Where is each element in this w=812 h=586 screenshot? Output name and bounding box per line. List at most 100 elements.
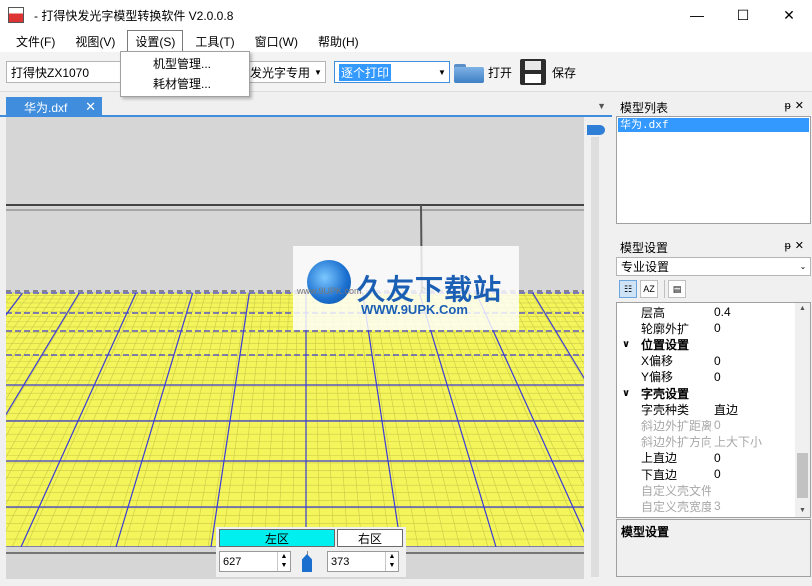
list-item[interactable]: 华为.dxf (618, 118, 809, 132)
scroll-down-icon[interactable]: ▼ (795, 505, 810, 517)
property-category[interactable]: ∨ 位置设置 (617, 336, 797, 352)
pin-close-icon[interactable]: ᵽ✕ (785, 239, 808, 252)
chevron-down-icon[interactable]: ∨ (622, 388, 630, 399)
property-key: X偏移 (641, 354, 674, 369)
scroll-up-icon[interactable]: ▲ (795, 303, 810, 315)
property-row[interactable]: 自定义壳文件 (617, 482, 797, 498)
left-zone-input[interactable]: 627 ▲ ▼ (219, 551, 291, 572)
property-description: 模型设置 (616, 519, 811, 577)
maximize-button[interactable]: ☐ (720, 0, 766, 30)
chevron-down-icon[interactable]: ∨ (622, 339, 630, 350)
menu-file[interactable]: 文件(F) (8, 30, 63, 53)
right-zone-value: 373 (331, 555, 350, 568)
property-grid-scrollbar[interactable]: ▲ ▼ (795, 303, 810, 517)
property-row[interactable]: Y偏移 0 (617, 369, 797, 385)
watermark-small-url: www.9UPK.com (297, 286, 362, 296)
minimize-button[interactable]: — (674, 0, 720, 30)
document-tabstrip: 华为.dxf ✕ ▼ (0, 95, 612, 117)
left-zone-value: 627 (223, 555, 242, 568)
print-bed-scene (6, 117, 584, 579)
property-key: 自定义壳文件 (641, 483, 711, 498)
property-toolbar: ☷ AZ ▤ (616, 277, 811, 301)
viewport-slider[interactable] (584, 117, 608, 579)
open-label: 打开 (488, 65, 513, 80)
save-label: 保存 (552, 65, 577, 80)
spin-arrows-icon[interactable]: ▲ ▼ (277, 552, 290, 571)
toolbar-separator (664, 280, 665, 298)
property-key: 字壳设置 (641, 386, 690, 401)
zone-slider-handle[interactable] (302, 554, 312, 572)
menu-window[interactable]: 窗口(W) (247, 30, 306, 53)
save-button[interactable]: 保存 (520, 58, 576, 86)
close-icon[interactable]: ✕ (85, 99, 96, 115)
scroll-thumb[interactable] (797, 453, 808, 498)
right-zone-input[interactable]: 373 ▲ ▼ (327, 551, 399, 572)
property-value[interactable]: 上大下小 (714, 433, 762, 450)
property-key: 轮廓外扩 (641, 321, 690, 336)
model-settings-header: 模型设置 ᵽ✕ (616, 239, 812, 255)
status-bar (0, 580, 812, 586)
print-mode-combo[interactable]: 逐个打印 ▼ (334, 61, 450, 83)
property-key: Y偏移 (641, 370, 674, 385)
property-value[interactable]: 0 (714, 370, 721, 384)
menu-settings[interactable]: 设置(S) (127, 29, 184, 53)
menu-item-material-management[interactable]: 耗材管理... (121, 74, 249, 94)
type-combo[interactable]: 发光字专用 ▼ (246, 61, 326, 83)
property-value[interactable]: 0.4 (714, 305, 731, 319)
title-bar: - 打得快发光字模型转换软件 V2.0.0.8 — ☐ ✕ (0, 0, 812, 30)
property-value[interactable]: 0 (714, 418, 721, 432)
app-icon (8, 7, 24, 23)
property-key: 斜边外扩距离 (641, 418, 711, 433)
property-value[interactable]: 3 (714, 499, 721, 513)
slider-track (591, 137, 599, 577)
tab-document[interactable]: 华为.dxf ✕ (6, 97, 102, 117)
property-value[interactable]: 直边 (714, 401, 738, 418)
property-value[interactable]: 0 (714, 354, 721, 368)
print-mode-value: 逐个打印 (339, 63, 392, 81)
open-button[interactable]: 打开 (454, 58, 512, 86)
pin-close-icon[interactable]: ᵽ✕ (785, 99, 808, 112)
menu-bar: 文件(F) 视图(V) 设置(S) 工具(T) 窗口(W) 帮助(H) (0, 29, 812, 53)
property-row[interactable]: X偏移 0 (617, 353, 797, 369)
menu-help[interactable]: 帮助(H) (310, 30, 367, 53)
settings-mode-combo[interactable]: 专业设置 ⌄ (616, 257, 811, 276)
property-row[interactable]: 自定义壳宽度 3 (617, 498, 797, 514)
chevron-down-icon[interactable]: ▼ (311, 62, 325, 82)
zone-control: 左区 右区 627 ▲ ▼ 373 ▲ ▼ (216, 527, 406, 577)
property-row[interactable]: 层高 0.4 (617, 304, 797, 320)
settings-dropdown: 机型管理... 耗材管理... (120, 51, 250, 97)
categorized-icon[interactable]: ☷ (619, 280, 637, 298)
property-key: 位置设置 (641, 337, 690, 352)
model-list[interactable]: 华为.dxf (616, 116, 811, 224)
property-category[interactable]: ∨ 字壳设置 (617, 385, 797, 401)
chevron-down-icon[interactable]: ⌄ (796, 258, 810, 275)
property-row[interactable]: 轮廓外扩 0 (617, 320, 797, 336)
property-pages-icon[interactable]: ▤ (668, 280, 686, 298)
menu-tools[interactable]: 工具(T) (187, 30, 242, 53)
sort-alpha-icon[interactable]: AZ (640, 280, 658, 298)
menu-view[interactable]: 视图(V) (67, 30, 123, 53)
property-grid: 层高 0.4 轮廓外扩 0 ∨ 位置设置 X偏移 0 Y偏移 0 ∨ 字壳设置 字壳种类 直边 斜边外扩距离… (616, 302, 811, 518)
property-key: 下直边 (641, 467, 678, 482)
left-zone-button[interactable]: 左区 (219, 529, 335, 547)
chevron-down-icon[interactable]: ▼ (435, 62, 449, 82)
description-title: 模型设置 (621, 525, 670, 539)
property-key: 斜边外扩方向 (641, 435, 711, 450)
tab-list-icon[interactable]: ▼ (597, 101, 606, 111)
property-row[interactable]: 上直边 0 (617, 450, 797, 466)
type-combo-value: 发光字专用 (250, 65, 311, 80)
property-row[interactable]: 下直边 0 (617, 466, 797, 482)
menu-item-machine-management[interactable]: 机型管理... (121, 54, 249, 74)
property-value[interactable]: 0 (714, 321, 721, 335)
machine-combo-value: 打得快ZX1070 (11, 65, 90, 80)
close-button[interactable]: ✕ (766, 0, 812, 30)
property-row[interactable]: 斜边外扩方向 上大下小 (617, 434, 797, 450)
property-row[interactable]: 字壳种类 直边 (617, 401, 797, 417)
slider-thumb[interactable] (587, 125, 605, 135)
property-value[interactable]: 0 (714, 451, 721, 465)
property-value[interactable]: 0 (714, 467, 721, 481)
spin-arrows-icon[interactable]: ▲ ▼ (385, 552, 398, 571)
right-zone-button[interactable]: 右区 (337, 529, 403, 547)
property-row[interactable]: 斜边外扩距离 0 (617, 417, 797, 433)
3d-viewport[interactable] (6, 117, 584, 579)
